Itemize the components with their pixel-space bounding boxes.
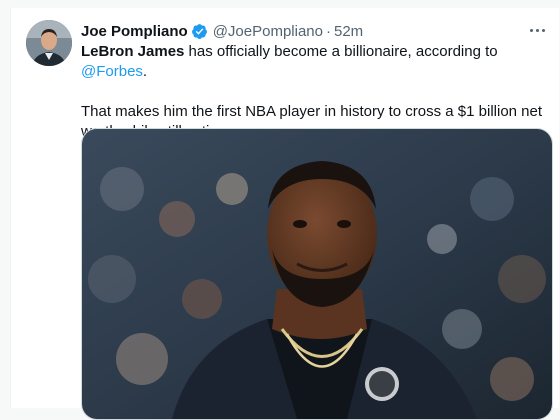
more-options-icon[interactable] xyxy=(527,22,547,38)
tweet-line-1: LeBron James has officially become a bil… xyxy=(81,42,551,82)
author-name[interactable]: Joe Pompliano xyxy=(81,23,188,40)
tweet-line-1-text: has officially become a billionaire, acc… xyxy=(184,43,498,60)
dot-separator: · xyxy=(325,22,331,40)
mention-link[interactable]: @Forbes xyxy=(81,63,143,80)
tweet-line-1-end: . xyxy=(142,63,148,80)
tweet-photo[interactable] xyxy=(81,128,553,420)
tweet-header: Joe Pompliano @JoePompliano · 52m xyxy=(81,21,549,41)
verified-badge-icon xyxy=(191,23,208,40)
timestamp[interactable]: 52m xyxy=(334,23,363,40)
tweet-card[interactable]: Joe Pompliano @JoePompliano · 52m LeBron… xyxy=(10,8,559,420)
bold-name: LeBron James xyxy=(81,43,185,60)
tweet-text: LeBron James has officially become a bil… xyxy=(81,42,551,142)
author-handle[interactable]: @JoePompliano xyxy=(213,23,323,40)
avatar[interactable] xyxy=(26,20,72,66)
